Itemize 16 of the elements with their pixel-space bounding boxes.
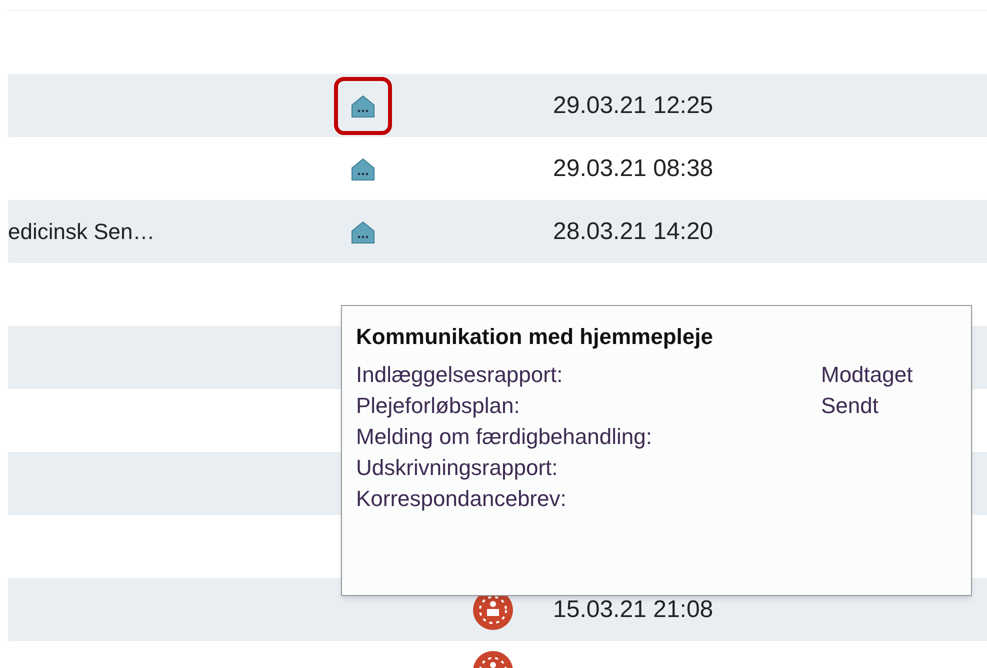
house-icon bbox=[350, 218, 376, 244]
status-label: Udskrivningsrapport: bbox=[356, 454, 559, 482]
status-label: Plejeforløbsplan: bbox=[356, 392, 521, 420]
date-time: 15.03.21 21:08 bbox=[553, 596, 714, 622]
row-name: edicinsk Sen… bbox=[8, 219, 155, 244]
date-time: 29.03.21 08:38 bbox=[553, 154, 714, 182]
tooltip-title: Kommunikation med hjemmepleje bbox=[356, 323, 714, 351]
status-value: Sendt bbox=[821, 392, 878, 420]
status-label: Korrespondancebrev: bbox=[356, 485, 568, 513]
status-label: Indlæggelsesrapport: bbox=[356, 361, 564, 389]
house-icon bbox=[350, 92, 376, 118]
status-label: Melding om færdigbehandling: bbox=[356, 423, 653, 451]
date-time: 28.03.21 14:20 bbox=[553, 218, 714, 244]
date-time: 29.03.21 12:25 bbox=[553, 92, 714, 118]
house-icon bbox=[350, 156, 376, 182]
status-value: Modtaget bbox=[821, 361, 913, 389]
